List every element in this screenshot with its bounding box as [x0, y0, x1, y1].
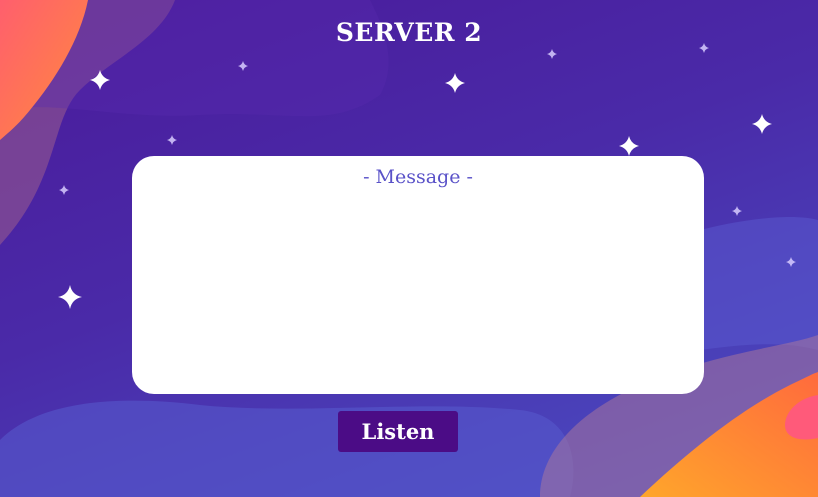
page-title: SERVER 2	[335, 18, 483, 47]
message-panel: - Message -	[132, 156, 704, 394]
listen-button[interactable]: Listen	[338, 411, 458, 452]
sparkle-star-icon	[90, 70, 110, 90]
blob-bottom-right-pink	[785, 395, 818, 440]
small-sparkle-icon	[786, 257, 796, 267]
blob-right-band	[700, 217, 818, 350]
blob-bottom-left	[0, 400, 574, 497]
message-content	[152, 200, 684, 376]
sparkle-star-icon	[752, 114, 772, 134]
sparkle-star-icon	[58, 285, 82, 309]
small-sparkle-icon	[732, 206, 742, 216]
small-sparkle-icon	[238, 61, 248, 71]
sparkle-star-icon	[619, 136, 639, 156]
small-sparkle-icon	[59, 185, 69, 195]
sparkle-star-icon	[445, 73, 465, 93]
message-heading: - Message -	[363, 166, 473, 188]
small-sparkle-icon	[547, 49, 557, 59]
small-sparkle-icon	[167, 135, 177, 145]
